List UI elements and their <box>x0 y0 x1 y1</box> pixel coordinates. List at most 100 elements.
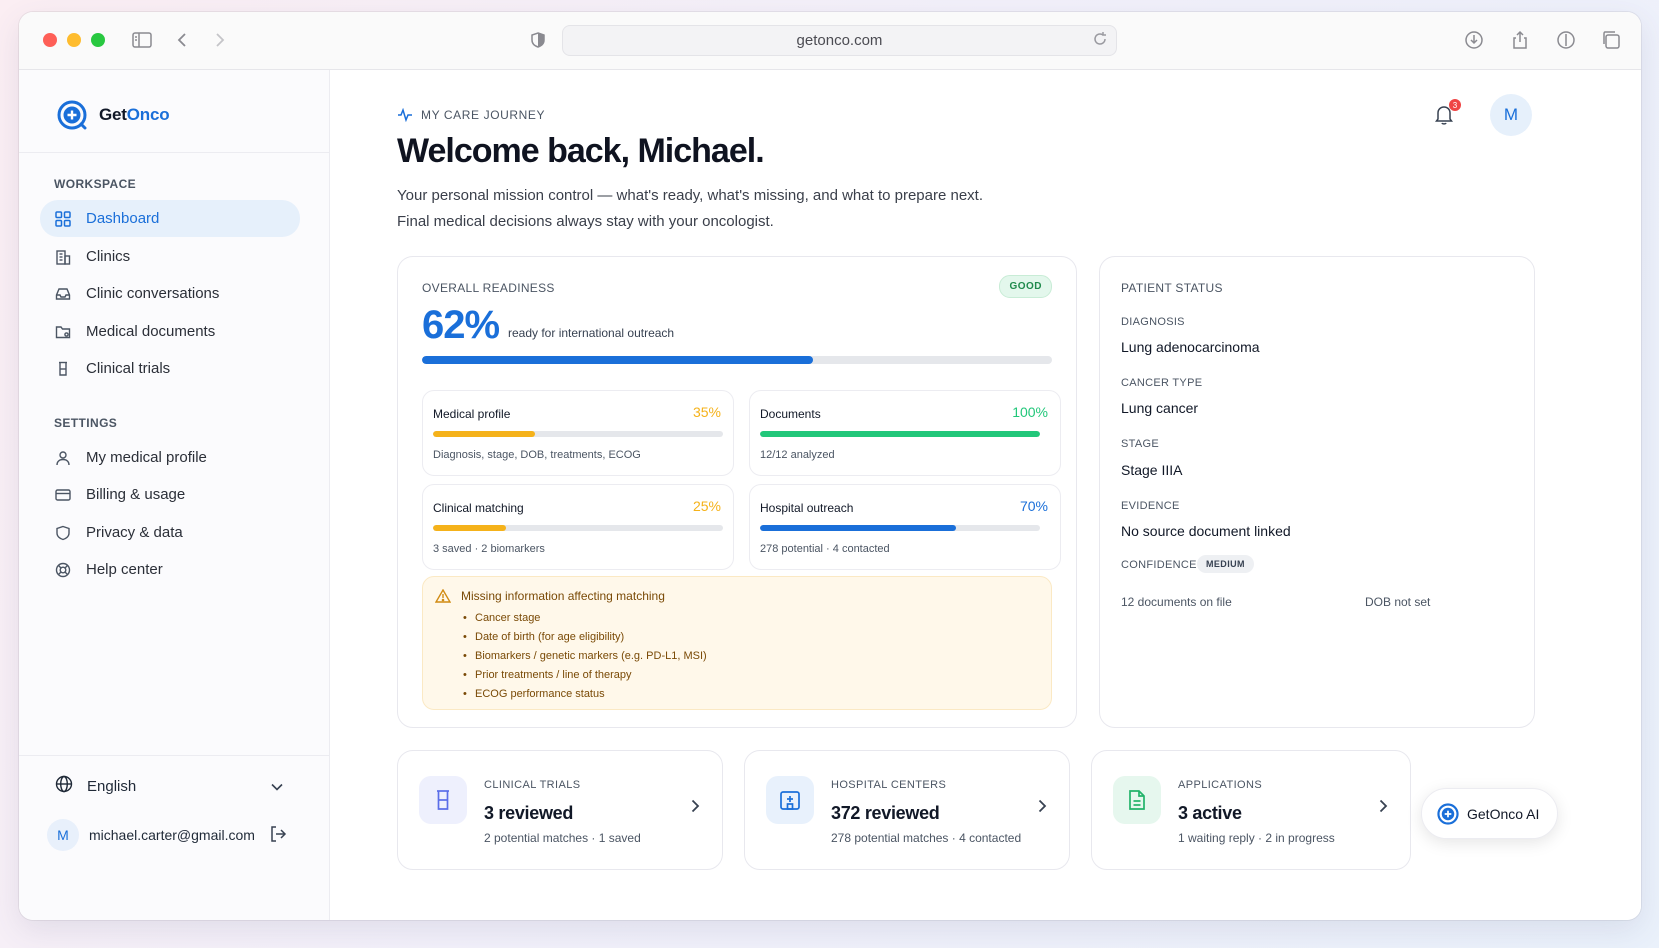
globe-icon <box>55 775 73 797</box>
metric-clinical-matching[interactable]: Clinical matching 25% 3 saved · 2 biomar… <box>422 484 734 570</box>
stat-description: 2 potential matches · 1 saved <box>484 831 641 845</box>
page-eyebrow: MY CARE JOURNEY <box>397 108 545 122</box>
warning-icon <box>434 588 452 608</box>
sidebar-item-clinics[interactable]: Clinics <box>40 238 300 275</box>
sidebar-item-label: Medical documents <box>86 323 216 340</box>
getonco-ai-button[interactable]: GetOnco AI <box>1421 788 1558 839</box>
metric-description: 3 saved · 2 biomarkers <box>433 543 545 555</box>
sidebar-item-medical-documents[interactable]: Medical documents <box>40 313 300 350</box>
stat-value: 3 active <box>1178 803 1242 823</box>
address-bar[interactable]: getonco.com <box>562 25 1117 56</box>
missing-info-alert: Missing information affecting matching C… <box>422 576 1052 710</box>
avatar[interactable]: M <box>47 819 79 851</box>
hospital-icon <box>766 776 814 824</box>
readiness-description: ready for international outreach <box>508 326 675 340</box>
privacy-shield-icon[interactable] <box>526 28 550 52</box>
stat-value: 372 reviewed <box>831 803 940 823</box>
brand-name: GetOnco <box>99 105 170 124</box>
metric-documents[interactable]: Documents 100% 12/12 analyzed <box>749 390 1061 476</box>
metric-description: 12/12 analyzed <box>760 449 835 461</box>
url-text: getonco.com <box>796 32 883 49</box>
document-icon <box>1113 776 1161 824</box>
metric-progress-bar <box>760 431 1040 437</box>
stat-description: 1 waiting reply · 2 in progress <box>1178 831 1335 845</box>
clinical-trials-card[interactable]: CLINICAL TRIALS 3 reviewed 2 potential m… <box>397 750 723 870</box>
patient-status-card: PATIENT STATUS DIAGNOSIS Lung adenocarci… <box>1099 256 1535 728</box>
chevron-right-icon <box>1038 799 1047 818</box>
metric-title: Medical profile <box>433 407 511 421</box>
stat-label: CLINICAL TRIALS <box>484 779 581 791</box>
divider <box>19 152 329 153</box>
metric-title: Clinical matching <box>433 501 524 515</box>
language-selector[interactable]: English <box>55 768 283 804</box>
sidebar-item-dashboard[interactable]: Dashboard <box>40 200 300 237</box>
chevron-right-icon <box>691 799 700 818</box>
list-item: ECOG performance status <box>463 685 707 704</box>
lifebuoy-icon <box>54 561 72 579</box>
sidebar-item-label: Dashboard <box>86 210 160 227</box>
getonco-logo-icon <box>1437 802 1459 825</box>
close-window-button[interactable] <box>43 33 57 47</box>
minimize-window-button[interactable] <box>67 33 81 47</box>
user-icon <box>54 449 72 467</box>
folder-icon <box>54 323 72 341</box>
metric-title: Documents <box>760 407 821 421</box>
pulse-icon <box>398 108 412 122</box>
tabs-overview-icon[interactable] <box>1599 28 1623 52</box>
sidebar-item-clinical-trials[interactable]: Clinical trials <box>40 350 300 387</box>
metric-title: Hospital outreach <box>760 501 854 515</box>
stat-value: 3 reviewed <box>484 803 574 823</box>
share-icon[interactable] <box>1508 28 1532 52</box>
sidebar-item-privacy[interactable]: Privacy & data <box>40 514 300 551</box>
sidebar-item-billing[interactable]: Billing & usage <box>40 476 300 513</box>
shield-icon <box>54 524 72 542</box>
reload-icon[interactable] <box>1092 31 1108 51</box>
hospital-centers-card[interactable]: HOSPITAL CENTERS 372 reviewed 278 potent… <box>744 750 1070 870</box>
status-badge: GOOD <box>999 275 1052 298</box>
main-content: MY CARE JOURNEY 3 M Welcome back, Michae… <box>330 70 1641 920</box>
brand-logo[interactable]: GetOnco <box>57 100 170 130</box>
chevron-down-icon <box>271 778 283 795</box>
sidebar-item-help-center[interactable]: Help center <box>40 551 300 588</box>
cancer-type-label: CANCER TYPE <box>1121 377 1203 389</box>
getonco-logo-icon <box>57 100 87 130</box>
building-icon <box>54 248 72 266</box>
workspace-section-label: WORKSPACE <box>54 177 137 191</box>
user-email: michael.carter@gmail.com <box>89 827 255 843</box>
readiness-progress-bar <box>422 356 1052 364</box>
list-item: Date of birth (for age eligibility) <box>463 628 707 647</box>
downloads-icon[interactable] <box>1462 28 1486 52</box>
missing-info-list: Cancer stage Date of birth (for age elig… <box>463 609 707 704</box>
documents-count: 12 documents on file <box>1121 595 1232 609</box>
sidebar-item-label: Billing & usage <box>86 486 186 503</box>
grid-icon <box>54 210 72 228</box>
maximize-window-button[interactable] <box>91 33 105 47</box>
alert-title: Missing information affecting matching <box>461 589 665 603</box>
stage-label: STAGE <box>1121 438 1159 450</box>
diagnosis-label: DIAGNOSIS <box>1121 316 1185 328</box>
cancer-type-value: Lung cancer <box>1121 400 1199 416</box>
flask-icon <box>54 360 72 378</box>
eyebrow-label: MY CARE JOURNEY <box>421 108 546 122</box>
extension-icon[interactable] <box>1554 28 1578 52</box>
page-title: Welcome back, Michael. <box>397 132 765 170</box>
sidebar-toggle-icon[interactable] <box>130 28 154 52</box>
stat-description: 278 potential matches · 4 contacted <box>831 831 1022 845</box>
page-subtitle: Your personal mission control — what's r… <box>397 187 984 230</box>
logout-icon[interactable] <box>269 825 287 846</box>
assistant-label: GetOnco AI <box>1467 805 1540 822</box>
metric-description: Diagnosis, stage, DOB, treatments, ECOG <box>433 449 641 461</box>
browser-window: getonco.com GetOnco WORKSPACE Dashboard … <box>19 12 1641 920</box>
metric-hospital-outreach[interactable]: Hospital outreach 70% 278 potential · 4 … <box>749 484 1061 570</box>
back-arrow-icon[interactable] <box>170 28 194 52</box>
sidebar-item-clinic-conversations[interactable]: Clinic conversations <box>40 275 300 312</box>
sidebar-item-my-medical-profile[interactable]: My medical profile <box>40 439 300 476</box>
forward-arrow-icon[interactable] <box>208 28 232 52</box>
profile-avatar[interactable]: M <box>1490 94 1532 136</box>
metric-progress-bar <box>433 525 723 531</box>
dob-status: DOB not set <box>1365 595 1431 609</box>
evidence-value: No source document linked <box>1121 523 1291 539</box>
applications-card[interactable]: APPLICATIONS 3 active 1 waiting reply · … <box>1091 750 1411 870</box>
metric-medical-profile[interactable]: Medical profile 35% Diagnosis, stage, DO… <box>422 390 734 476</box>
stat-label: APPLICATIONS <box>1178 779 1263 791</box>
